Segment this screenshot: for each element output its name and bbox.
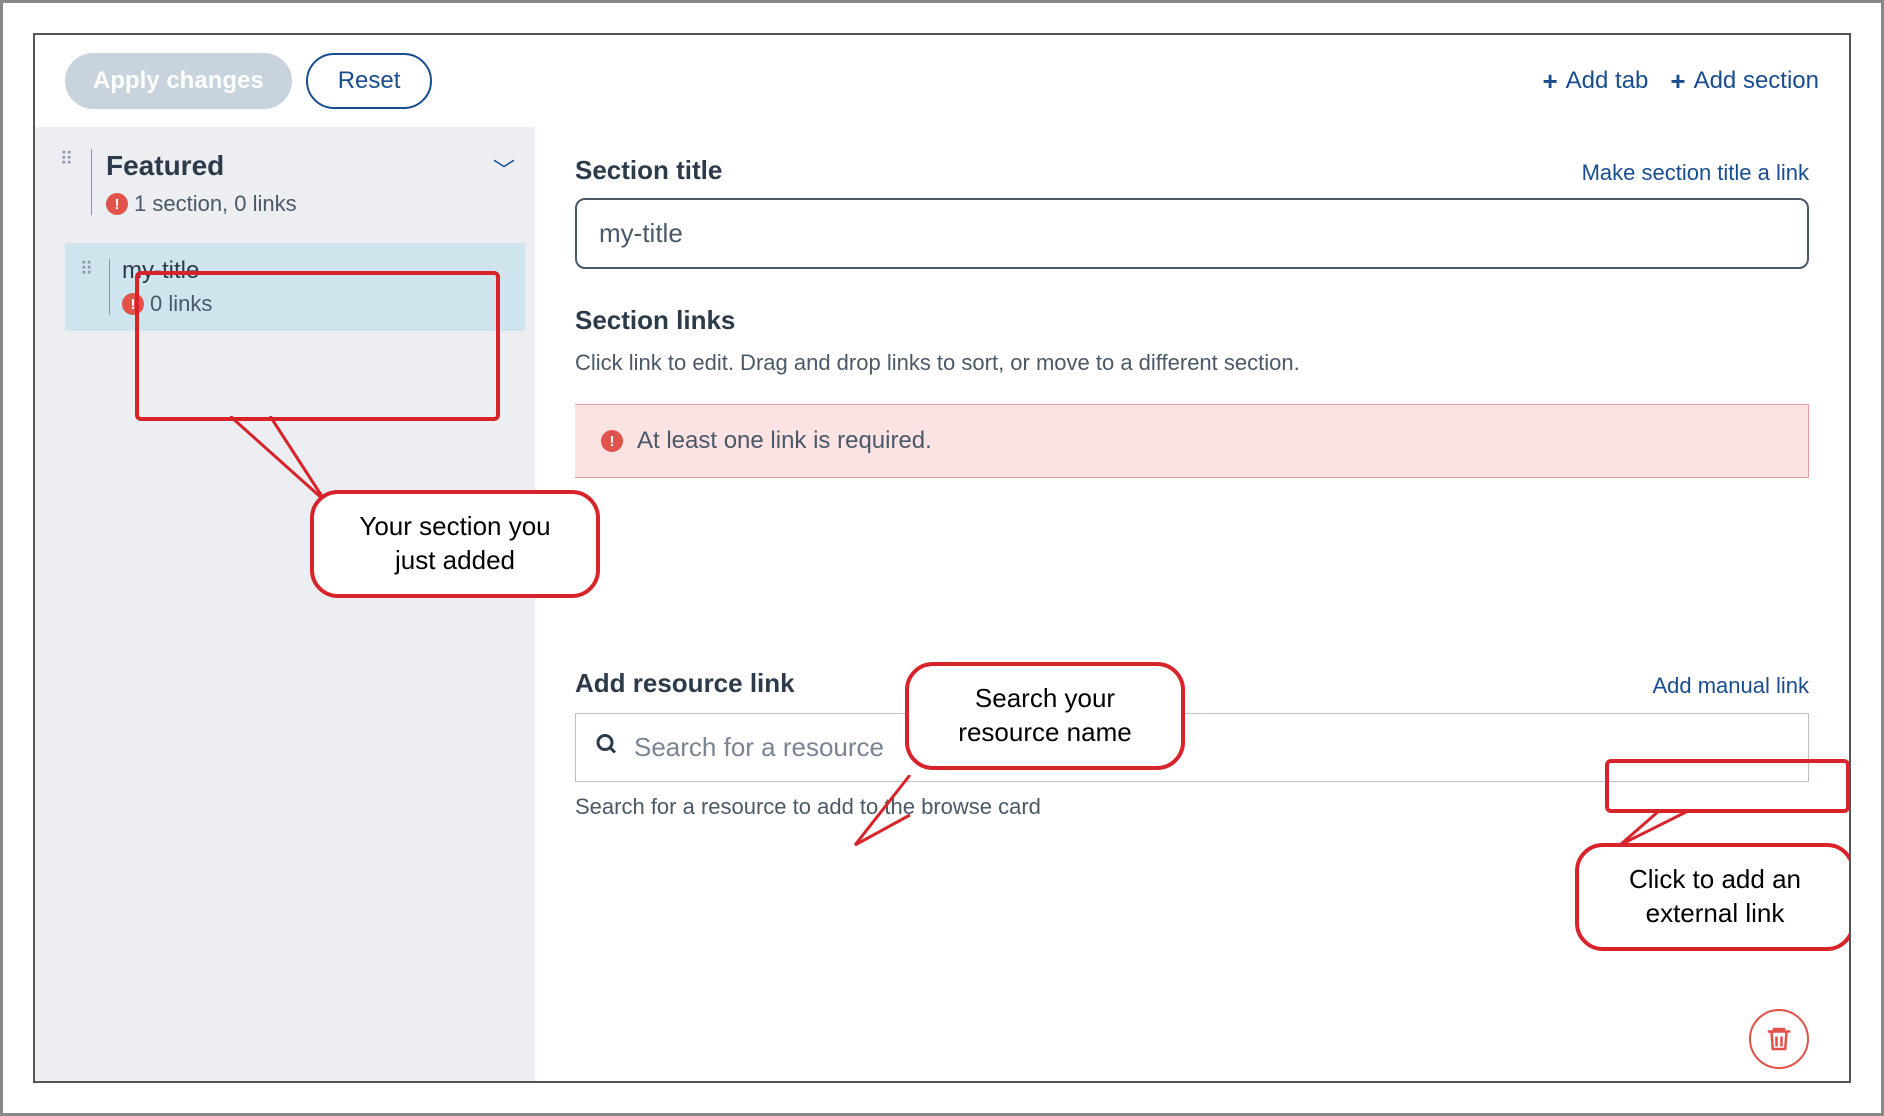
accordion-title: Featured	[106, 150, 493, 182]
plus-icon: +	[1670, 66, 1685, 97]
divider	[109, 259, 110, 315]
drag-handle-icon[interactable]: ⠿	[75, 257, 97, 274]
apply-changes-button[interactable]: Apply changes	[65, 53, 292, 109]
reset-button[interactable]: Reset	[306, 53, 433, 109]
chevron-down-icon[interactable]: ﹀	[493, 153, 515, 185]
search-icon	[595, 732, 619, 763]
delete-button[interactable]	[1749, 1009, 1809, 1069]
section-item-subtitle: ! 0 links	[122, 291, 212, 317]
add-resource-label: Add resource link	[575, 668, 795, 699]
annotation-callout-manual-link: Click to add an external link	[1575, 843, 1851, 951]
add-tab-label: Add tab	[1566, 67, 1649, 95]
warning-icon: !	[601, 430, 623, 452]
section-title-input[interactable]	[575, 198, 1809, 269]
sidebar-section-item[interactable]: ⠿ my-title ! 0 links	[65, 243, 525, 331]
annotation-callout-section: Your section you just added	[310, 490, 600, 598]
featured-accordion[interactable]: ⠿ Featured ﹀ ! 1 section, 0 links	[45, 141, 525, 223]
add-section-label: Add section	[1694, 67, 1819, 95]
section-item-title: my-title	[122, 257, 212, 285]
section-title-label: Section title	[575, 155, 722, 186]
add-tab-button[interactable]: + Add tab	[1542, 66, 1648, 97]
sidebar: ⠿ Featured ﹀ ! 1 section, 0 links ⠿	[35, 127, 535, 1083]
error-message: At least one link is required.	[637, 427, 932, 455]
add-section-button[interactable]: + Add section	[1670, 66, 1819, 97]
section-links-help: Click link to edit. Drag and drop links …	[575, 350, 1809, 376]
annotation-callout-search: Search your resource name	[905, 662, 1185, 770]
add-manual-link-button[interactable]: Add manual link	[1652, 673, 1809, 699]
divider	[91, 149, 92, 215]
plus-icon: +	[1542, 66, 1557, 97]
accordion-subtitle: ! 1 section, 0 links	[106, 191, 515, 217]
warning-icon: !	[122, 293, 144, 315]
trash-icon	[1764, 1024, 1794, 1054]
toolbar: Apply changes Reset + Add tab + Add sect…	[35, 35, 1849, 127]
drag-handle-icon[interactable]: ⠿	[55, 147, 77, 164]
resource-search-input[interactable]	[575, 713, 1809, 782]
section-links-label: Section links	[575, 305, 1809, 336]
warning-icon: !	[106, 193, 128, 215]
make-title-link-button[interactable]: Make section title a link	[1582, 160, 1809, 186]
error-banner: ! At least one link is required.	[575, 404, 1809, 478]
search-help-text: Search for a resource to add to the brow…	[575, 794, 1809, 820]
